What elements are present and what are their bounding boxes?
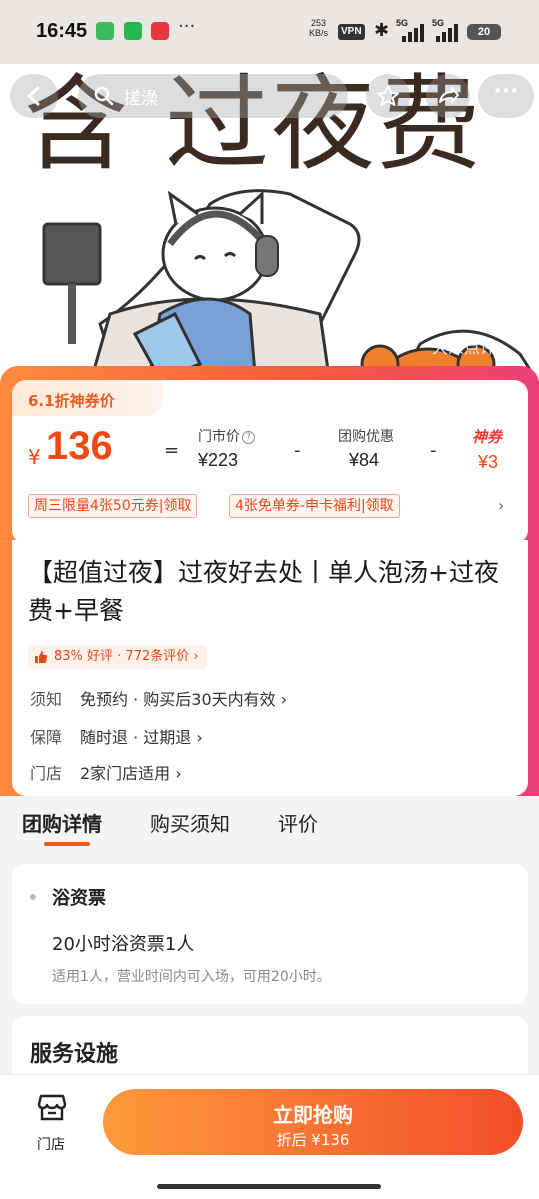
shen-coupon-value: ¥3 — [478, 452, 499, 472]
search-text: 搓澡 — [124, 88, 158, 109]
share-icon — [439, 87, 459, 103]
info-label: 须知 — [30, 690, 63, 709]
minus-sign-1: - — [294, 440, 301, 461]
info-label: 门店 — [30, 764, 63, 783]
tab-purchase-notes[interactable]: 购买须知 — [150, 808, 230, 837]
tab-deal-details[interactable]: 团购详情 — [22, 808, 102, 837]
app-notification-icon — [96, 22, 114, 40]
active-tab-indicator — [44, 842, 90, 846]
info-value: 随时退 · 过期退 › — [80, 728, 203, 747]
coupon-chip-2[interactable]: 4张免单券-申卡福利|领取 — [229, 494, 400, 518]
info-row-stores[interactable]: 门店 2家门店适用 › — [30, 760, 182, 784]
more-notifications-icon: ··· — [178, 16, 196, 37]
rating-badge[interactable]: 83% 好评 · 772条评价 › — [28, 645, 207, 669]
star-icon — [377, 85, 399, 106]
signal-icon-2 — [436, 24, 458, 42]
signal-icon-1 — [402, 24, 424, 42]
home-indicator[interactable] — [157, 1184, 381, 1189]
back-button[interactable] — [10, 74, 58, 118]
thumbs-up-icon — [35, 651, 48, 663]
buy-label: 立即抢购 — [273, 1103, 353, 1127]
net-speed-value: 253 — [310, 18, 327, 28]
discount-tag: 6.1折神券价 — [28, 392, 115, 410]
store-label[interactable]: 门店 — [37, 1134, 65, 1154]
tab-reviews[interactable]: 评价 — [278, 808, 318, 837]
more-button[interactable]: ··· — [478, 74, 534, 118]
deal-title: 【超值过夜】过夜好去处丨单人泡汤+过夜费+早餐 — [28, 558, 499, 625]
store-icon — [37, 1094, 67, 1121]
ticket-item: 20小时浴资票1人 — [52, 934, 195, 955]
wechat-icon — [124, 22, 142, 40]
ticket-category: 浴资票 — [52, 888, 106, 909]
bullet-dot — [30, 894, 36, 900]
bluetooth-icon: ✱ — [374, 20, 390, 41]
dianping-icon — [151, 22, 169, 40]
price-currency: ¥ — [28, 445, 41, 469]
equals-sign: = — [164, 440, 180, 461]
vpn-badge: VPN — [338, 24, 365, 40]
net-speed: 253 KB/s — [309, 18, 328, 38]
status-time: 16:45 — [36, 20, 88, 42]
service-title: 服务设施 — [30, 1042, 119, 1067]
info-row-guarantee[interactable]: 保障 随时退 · 过期退 › — [30, 724, 203, 748]
buy-now-button[interactable]: 立即抢购 折后 ¥136 — [103, 1089, 523, 1155]
info-row-notice[interactable]: 须知 免预约 · 购买后30天内有效 › — [30, 686, 287, 710]
chevron-left-icon — [27, 86, 40, 106]
status-bar: 16:45 ··· 253 KB/s VPN ✱ 5G 5G 20 — [0, 0, 539, 64]
market-price-label-text: 门市价 — [198, 429, 240, 445]
minus-sign-2: - — [430, 440, 437, 461]
search-icon — [94, 86, 114, 106]
search-bar[interactable]: 搓澡 — [78, 74, 348, 118]
group-discount-label: 团购优惠 — [338, 429, 394, 445]
battery-icon: 20 — [467, 24, 501, 40]
rating-text: 83% 好评 · 772条评价 › — [54, 649, 199, 664]
info-label: 保障 — [30, 728, 63, 747]
group-discount: ¥84 — [349, 450, 380, 470]
market-price: ¥223 — [198, 450, 239, 470]
info-value: 免预约 · 购买后30天内有效 › — [80, 690, 288, 709]
market-price-label: 门市价? — [198, 426, 255, 446]
help-icon[interactable]: ? — [242, 431, 255, 444]
annual-sales: 年售3.8万+ — [424, 382, 509, 400]
chevron-right-icon[interactable]: › — [498, 496, 504, 515]
net-speed-unit: KB/s — [309, 28, 329, 38]
coupon-chip-1[interactable]: 周三限量4张50元券|领取 — [28, 494, 198, 518]
buy-price: 折后 ¥136 — [276, 1131, 350, 1149]
info-value: 2家门店适用 › — [80, 764, 182, 783]
ticket-description: 适用1人，营业时间内可入场，可用20小时。 — [52, 969, 331, 985]
favorite-button[interactable] — [366, 74, 410, 118]
share-button[interactable] — [426, 74, 470, 118]
shen-coupon-label: 神券 — [472, 428, 503, 446]
watermark: 大众点评 — [432, 338, 497, 357]
final-price: 136 — [46, 424, 113, 468]
